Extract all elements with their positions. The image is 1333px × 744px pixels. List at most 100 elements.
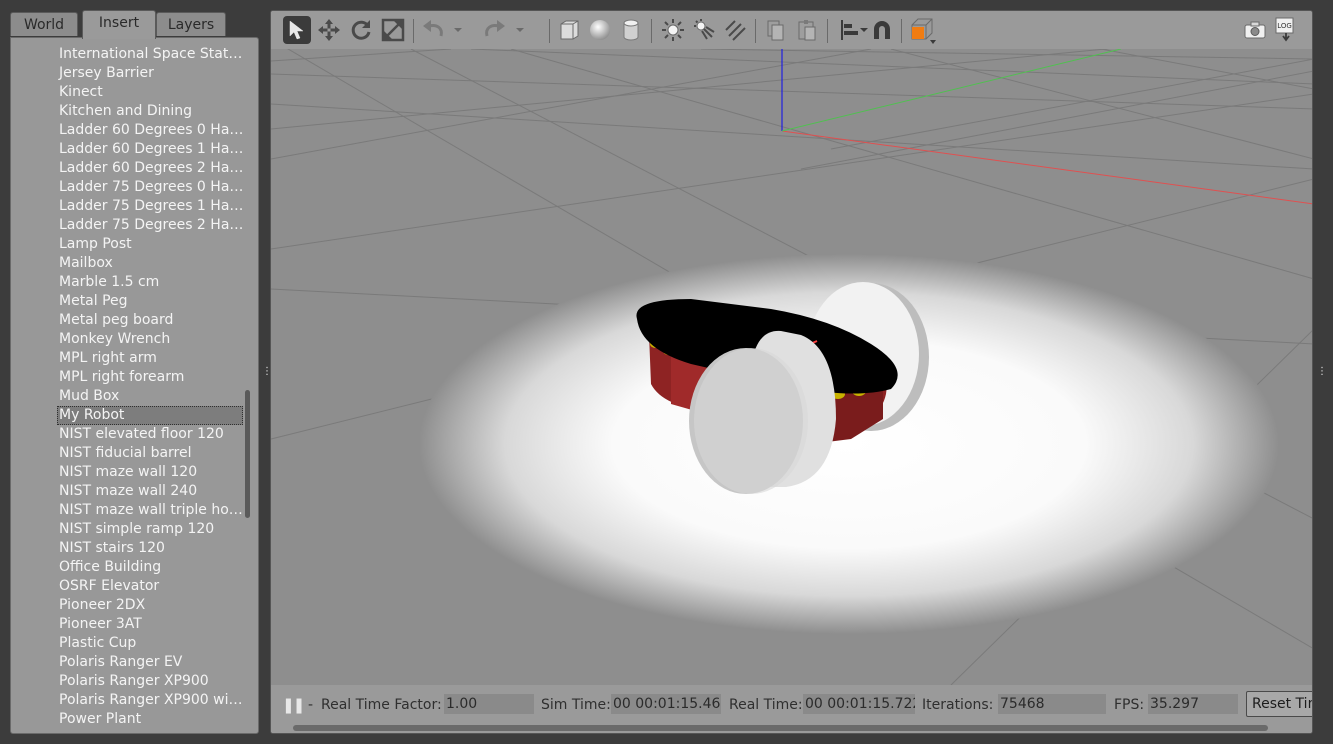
chevron-down-icon bbox=[454, 28, 462, 32]
sim-time-label: Sim Time: bbox=[541, 697, 611, 713]
list-item[interactable]: International Space Stat… bbox=[11, 45, 247, 64]
list-item[interactable]: Polaris Ranger XP900 wi… bbox=[11, 691, 247, 710]
rotate-mode-button[interactable] bbox=[347, 16, 375, 44]
right-splitter-grip[interactable]: ⋮ bbox=[1317, 367, 1327, 377]
list-item[interactable]: Ladder 75 Degrees 0 Ha… bbox=[11, 178, 247, 197]
sim-time-field: 00 00:01:15.468 bbox=[611, 694, 721, 714]
paste-button[interactable] bbox=[793, 16, 821, 44]
left-tab-bar: World Insert Layers bbox=[10, 10, 260, 39]
model-list: International Space Stat… Jersey Barrier K… bbox=[11, 45, 247, 729]
real-time-factor-field: 1.00 bbox=[444, 694, 534, 714]
toolbar-separator bbox=[413, 19, 414, 43]
cylinder-icon bbox=[623, 19, 639, 41]
list-item[interactable]: Metal Peg bbox=[11, 292, 247, 311]
list-item[interactable]: Mailbox bbox=[11, 254, 247, 273]
list-item[interactable]: Ladder 75 Degrees 1 Ha… bbox=[11, 197, 247, 216]
list-item[interactable]: MPL right arm bbox=[11, 349, 247, 368]
list-item[interactable]: NIST maze wall 240 bbox=[11, 482, 247, 501]
iterations-field: 75468 bbox=[998, 694, 1106, 714]
copy-button[interactable] bbox=[762, 16, 790, 44]
copy-icon bbox=[767, 20, 784, 41]
scale-icon bbox=[381, 18, 405, 42]
directional-light-button[interactable] bbox=[721, 16, 749, 44]
redo-history-button[interactable] bbox=[513, 16, 527, 44]
list-item[interactable]: Pioneer 2DX bbox=[11, 596, 247, 615]
list-item[interactable]: NIST maze wall 120 bbox=[11, 463, 247, 482]
undo-icon bbox=[423, 20, 443, 37]
chevron-down-icon bbox=[516, 28, 524, 32]
view-angle-button[interactable] bbox=[909, 16, 937, 44]
3d-viewport[interactable] bbox=[271, 28, 1313, 686]
arrow-cursor-icon bbox=[289, 20, 304, 40]
list-item[interactable]: NIST maze wall triple ho… bbox=[11, 501, 247, 520]
sphere-shape-button[interactable] bbox=[586, 16, 614, 44]
screenshot-button[interactable] bbox=[1241, 16, 1269, 44]
list-item[interactable]: Polaris Ranger EV bbox=[11, 653, 247, 672]
undo-history-button[interactable] bbox=[451, 16, 465, 44]
fps-field: 35.297 bbox=[1148, 694, 1238, 714]
log-icon: LOG bbox=[1275, 17, 1294, 42]
redo-button[interactable] bbox=[481, 16, 509, 44]
list-item[interactable]: Office Building bbox=[11, 558, 247, 577]
toolbar: LOG bbox=[271, 11, 1312, 50]
box-icon bbox=[560, 20, 579, 40]
log-label: LOG bbox=[1277, 22, 1292, 30]
list-item[interactable]: Ladder 60 Degrees 2 Ha… bbox=[11, 159, 247, 178]
cylinder-shape-button[interactable] bbox=[617, 16, 645, 44]
translate-mode-button[interactable] bbox=[315, 16, 343, 44]
list-item[interactable]: NIST elevated floor 120 bbox=[11, 425, 247, 444]
list-item[interactable]: OSRF Elevator bbox=[11, 577, 247, 596]
pause-button[interactable]: ❚❚ bbox=[282, 696, 305, 714]
list-item[interactable]: Monkey Wrench bbox=[11, 330, 247, 349]
list-item[interactable]: Marble 1.5 cm bbox=[11, 273, 247, 292]
list-item[interactable]: Kinect bbox=[11, 83, 247, 102]
list-item[interactable]: Ladder 60 Degrees 1 Ha… bbox=[11, 140, 247, 159]
list-item[interactable]: MPL right forearm bbox=[11, 368, 247, 387]
scale-mode-button[interactable] bbox=[379, 16, 407, 44]
magnet-icon bbox=[874, 21, 890, 39]
select-mode-button[interactable] bbox=[283, 16, 311, 44]
list-item[interactable]: Polaris Ranger XP900 bbox=[11, 672, 247, 691]
list-item[interactable]: Lamp Post bbox=[11, 235, 247, 254]
list-item[interactable]: NIST fiducial barrel bbox=[11, 444, 247, 463]
left-splitter-grip[interactable]: ⋮ bbox=[262, 367, 272, 377]
paste-icon bbox=[798, 20, 816, 41]
toolbar-separator bbox=[755, 19, 756, 43]
list-item[interactable]: NIST simple ramp 120 bbox=[11, 520, 247, 539]
status-scrollbar[interactable] bbox=[293, 725, 1268, 731]
camera-icon bbox=[1244, 21, 1266, 39]
undo-button[interactable] bbox=[419, 16, 447, 44]
list-item[interactable]: Jersey Barrier bbox=[11, 64, 247, 83]
tab-world[interactable]: World bbox=[10, 12, 78, 36]
real-time-factor-label: Real Time Factor: bbox=[321, 697, 442, 713]
point-light-button[interactable] bbox=[659, 16, 687, 44]
toolbar-separator bbox=[827, 19, 828, 43]
list-item[interactable]: Pioneer 3AT bbox=[11, 615, 247, 634]
list-item[interactable]: Plastic Cup bbox=[11, 634, 247, 653]
snap-button[interactable] bbox=[868, 16, 896, 44]
step-indicator[interactable]: - bbox=[308, 697, 313, 713]
tab-layers[interactable]: Layers bbox=[156, 12, 226, 36]
box-shape-button[interactable] bbox=[555, 16, 583, 44]
list-item-selected[interactable]: My Robot bbox=[57, 406, 243, 425]
chevron-down-icon bbox=[860, 28, 868, 32]
list-item[interactable]: Kitchen and Dining bbox=[11, 102, 247, 121]
reset-time-button[interactable]: Reset Time bbox=[1246, 691, 1312, 717]
list-item[interactable]: Ladder 60 Degrees 0 Ha… bbox=[11, 121, 247, 140]
log-button[interactable]: LOG bbox=[1271, 16, 1299, 44]
toolbar-separator bbox=[901, 19, 902, 43]
tab-insert[interactable]: Insert bbox=[82, 10, 156, 39]
model-list-scrollbar[interactable] bbox=[245, 390, 250, 518]
scene-area: LOG ❚❚ - Real Time Factor: 1.00 Sim Time… bbox=[270, 10, 1313, 734]
insert-panel: International Space Stat… Jersey Barrier K… bbox=[10, 37, 259, 734]
real-time-field: 00 00:01:15.722 bbox=[803, 694, 915, 714]
list-item[interactable]: Metal peg board bbox=[11, 311, 247, 330]
spot-light-button[interactable] bbox=[690, 16, 718, 44]
scene-render[interactable] bbox=[271, 28, 1313, 686]
list-item[interactable]: Mud Box bbox=[11, 387, 247, 406]
rotate-icon bbox=[351, 20, 371, 40]
list-item[interactable]: Ladder 75 Degrees 2 Ha… bbox=[11, 216, 247, 235]
list-item[interactable]: Power Plant bbox=[11, 710, 247, 729]
list-item[interactable]: NIST stairs 120 bbox=[11, 539, 247, 558]
fps-label: FPS: bbox=[1114, 697, 1145, 713]
